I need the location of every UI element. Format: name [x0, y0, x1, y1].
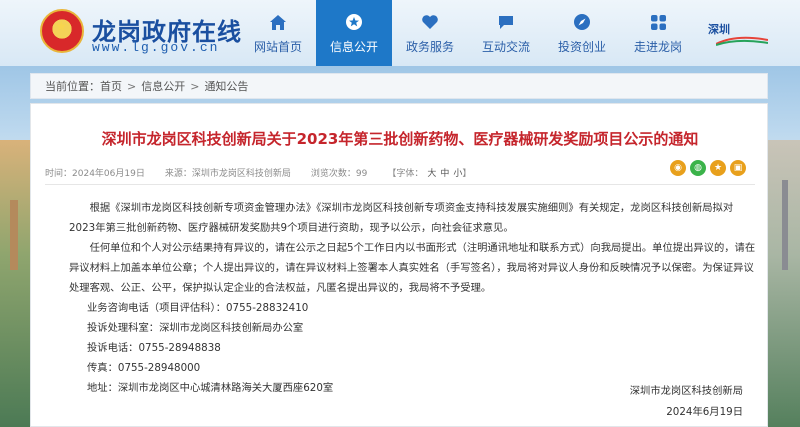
national-emblem-icon: ★	[40, 9, 84, 53]
shenzhen-logo: 深圳	[708, 18, 770, 48]
meta-views: 浏览次数：99	[310, 169, 368, 179]
nav-label: 投资创业	[557, 40, 606, 54]
article-title: 深圳市龙岗区科技创新局关于2023年第三批创新药物、医疗器械研发奖励项目公示的通…	[101, 130, 699, 148]
nav-item-invest[interactable]: 投资创业	[544, 0, 620, 66]
compass-icon	[571, 12, 593, 32]
article-card: 深圳市龙岗区科技创新局关于2023年第三批创新药物、医疗器械研发奖励项目公示的通…	[30, 103, 768, 427]
meta-time: 时间：2024年06月19日	[45, 169, 145, 179]
contact-line: 投诉处理科室：深圳市龙岗区科技创新局办公室	[87, 322, 304, 334]
home-icon	[267, 12, 289, 32]
nav-label: 互动交流	[481, 40, 530, 54]
nav-item-home[interactable]: 网站首页	[240, 0, 316, 66]
qzone-share-icon[interactable]: ★	[710, 160, 726, 176]
signature-org: 深圳市龙岗区科技创新局	[629, 385, 743, 397]
breadcrumb-info-link[interactable]: 信息公开	[141, 78, 185, 94]
grid-icon	[647, 12, 669, 32]
meta-source-value: 深圳市龙岗区科技创新局	[191, 169, 291, 179]
meta-views-value: 99	[355, 169, 368, 179]
nav-label: 走进龙岗	[633, 40, 682, 54]
font-size-control: 【字体：大中小】	[387, 169, 472, 179]
nav-label: 政务服务	[405, 40, 454, 54]
weibo-share-icon[interactable]: ◉	[670, 160, 686, 176]
meta-time-value: 2024年06月19日	[72, 169, 145, 179]
meta-divider	[45, 184, 755, 185]
nav-item-info-disclosure[interactable]: 信息公开	[316, 0, 392, 66]
site-header: ★ 龙岗政府在线 www.lg.gov.cn 网站首页 信息公开 政务服务 互动…	[0, 0, 800, 66]
heart-icon	[419, 12, 441, 32]
chat-icon	[495, 12, 517, 32]
nav-label: 网站首页	[253, 40, 302, 54]
nav-item-gov-services[interactable]: 政务服务	[392, 0, 468, 66]
contact-line: 传真：0755-28948000	[87, 362, 201, 374]
breadcrumb-separator: >	[190, 79, 200, 93]
paragraph: 根据《深圳市龙岗区科技创新专项资金管理办法》《深圳市龙岗区科技创新专项资金支持科…	[69, 202, 734, 234]
breadcrumb-separator: >	[127, 79, 137, 93]
article-signature: 深圳市龙岗区科技创新局 2024年6月19日	[630, 381, 743, 423]
signature-date: 2024年6月19日	[666, 406, 743, 418]
font-size-large[interactable]: 大	[427, 169, 436, 179]
share-buttons: ◉ ◍ ★ ▣	[670, 160, 746, 176]
breadcrumb-home-link[interactable]: 首页	[100, 78, 122, 94]
nav-label: 信息公开	[329, 40, 378, 54]
site-url: www.lg.gov.cn	[92, 40, 220, 55]
wechat-share-icon[interactable]: ◍	[690, 160, 706, 176]
star-badge-icon	[343, 12, 365, 32]
article-meta: 时间：2024年06月19日 来源：深圳市龙岗区科技创新局 浏览次数：99 【字…	[45, 166, 471, 179]
contact-line: 业务咨询电话（项目评估科）：0755-28832410	[87, 302, 309, 314]
paragraph: 任何单位和个人对公示结果持有异议的，请在公示之日起5个工作日内以书面形式（注明通…	[69, 242, 756, 294]
nav-item-interaction[interactable]: 互动交流	[468, 0, 544, 66]
nav-item-about-longgang[interactable]: 走进龙岗	[620, 0, 696, 66]
meta-source: 来源：深圳市龙岗区科技创新局	[164, 169, 291, 179]
contact-line: 投诉电话：0755-28948838	[87, 342, 221, 354]
article-body: 根据《深圳市龙岗区科技创新专项资金管理办法》《深圳市龙岗区科技创新专项资金支持科…	[69, 198, 759, 398]
breadcrumb-prefix: 当前位置：	[45, 80, 100, 93]
font-size-medium[interactable]: 中	[440, 169, 449, 179]
print-icon[interactable]: ▣	[730, 160, 746, 176]
breadcrumb-notice-link[interactable]: 通知公告	[204, 78, 248, 94]
main-nav: 网站首页 信息公开 政务服务 互动交流 投资创业 走进龙岗	[240, 0, 696, 66]
breadcrumb: 当前位置： 首页 > 信息公开 > 通知公告	[30, 73, 768, 99]
